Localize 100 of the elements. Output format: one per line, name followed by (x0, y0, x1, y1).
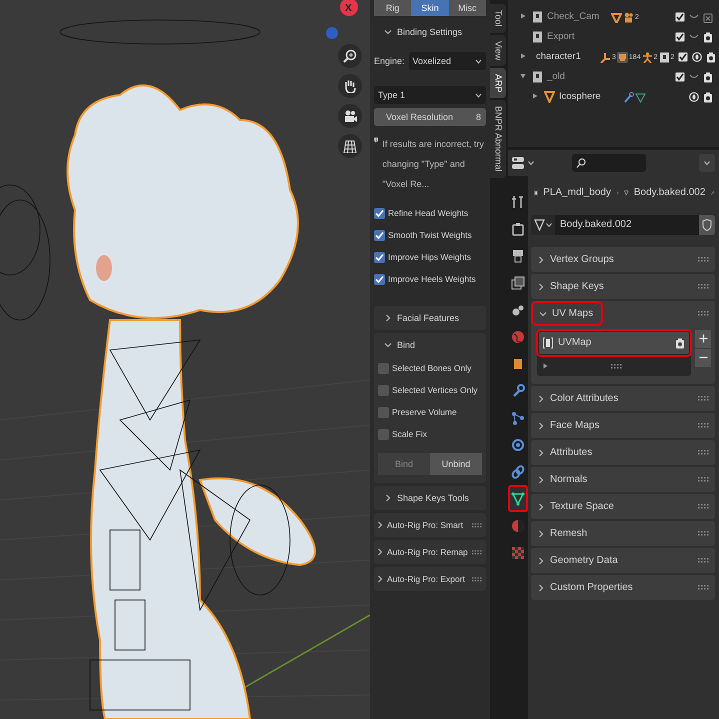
drag-handle-icon[interactable] (698, 504, 709, 509)
sidebar-tab[interactable]: View (490, 34, 506, 66)
drag-handle-icon[interactable] (472, 576, 482, 582)
item-name[interactable]: Export (547, 31, 607, 43)
checkbox-option[interactable]: Refine Head Weights (374, 202, 486, 224)
panel-header[interactable]: UV Maps (533, 303, 602, 324)
properties-tab[interactable] (508, 485, 528, 512)
checkbox-option[interactable]: Scale Fix (378, 423, 482, 445)
checkbox[interactable] (678, 52, 688, 62)
drag-handle-icon[interactable] (698, 423, 709, 428)
checkbox-option[interactable]: Improve Hips Weights (374, 246, 486, 268)
drag-handle-icon[interactable] (698, 585, 709, 590)
drag-handle-icon[interactable] (698, 257, 709, 262)
panel-header[interactable]: Shape Keys (531, 274, 604, 298)
panel-header[interactable]: Attributes (531, 440, 592, 464)
drag-handle-icon[interactable] (698, 450, 709, 455)
panel-header[interactable]: Vertex Groups (531, 248, 614, 272)
expand-arrow-icon[interactable] (543, 363, 548, 369)
panel-header[interactable]: Custom Properties (531, 576, 633, 600)
drag-handle-icon[interactable] (698, 531, 709, 536)
panel-header[interactable]: Binding Settings (374, 20, 486, 44)
globe-icon (511, 330, 525, 344)
drag-handle-icon[interactable] (698, 284, 709, 289)
checkbox-option[interactable]: Selected Vertices Only (378, 379, 482, 401)
options-dropdown[interactable] (699, 154, 715, 172)
drag-handle-icon[interactable] (698, 311, 709, 316)
collection-icon (532, 71, 543, 83)
tab[interactable]: Skin (411, 0, 449, 16)
chevron-icon (537, 556, 545, 564)
drag-handle-icon[interactable] (472, 522, 482, 528)
panel-header[interactable]: Color Attributes (531, 386, 618, 410)
checkbox[interactable] (374, 208, 385, 218)
panel-header[interactable]: Auto-Rig Pro: Smart (374, 513, 472, 537)
sidebar-tab[interactable]: BNPR Abnormal (490, 100, 506, 178)
type-dropdown[interactable]: Type 1 (374, 86, 486, 104)
expand-arrow-icon[interactable] (520, 13, 526, 20)
sidebar-tab[interactable]: ARP (490, 68, 506, 98)
camera-icon[interactable] (703, 72, 713, 82)
remove-button[interactable] (695, 349, 711, 367)
item-name[interactable]: Check_Cam (547, 11, 607, 23)
checkbox-option[interactable]: Improve Heels Weights (374, 268, 486, 290)
wrench-icon (623, 92, 634, 102)
drag-handle-icon[interactable] (472, 550, 482, 554)
checkbox[interactable] (378, 384, 389, 396)
eye-icon[interactable] (689, 92, 699, 102)
panel-header[interactable]: Face Maps (531, 414, 600, 438)
drag-handle-icon[interactable] (698, 477, 709, 482)
triangle-mesh-icon (635, 92, 646, 102)
tab[interactable]: Rig (374, 0, 412, 16)
panel-header[interactable]: Auto-Rig Pro: Export (374, 567, 472, 591)
camera-icon[interactable] (703, 32, 713, 42)
camera-icon (343, 109, 357, 123)
engine-dropdown[interactable]: Voxelized (408, 52, 486, 70)
sidebar-tab[interactable]: Tool (490, 4, 506, 33)
item-name[interactable]: _old (547, 71, 607, 83)
checkbox[interactable] (378, 428, 389, 440)
panel-header[interactable]: Auto-Rig Pro: Remap (374, 540, 472, 564)
panel-header[interactable]: Geometry Data (531, 548, 618, 572)
eye-icon[interactable] (692, 52, 702, 62)
checkbox[interactable] (675, 32, 685, 42)
camera-icon[interactable] (703, 92, 713, 102)
checkbox[interactable] (378, 362, 389, 374)
panel-header[interactable]: Texture Space (531, 494, 614, 518)
datablock-name-field[interactable]: Body.baked.002 (555, 215, 699, 235)
panel-header[interactable]: Bind (374, 333, 486, 357)
tab[interactable]: Misc (448, 0, 486, 16)
checkbox-option[interactable]: Selected Bones Only (378, 357, 482, 379)
drag-handle-icon[interactable] (698, 396, 709, 401)
expand-arrow-icon[interactable] (520, 73, 526, 80)
checkbox-option[interactable]: Preserve Volume (378, 401, 482, 423)
camera-icon[interactable] (706, 52, 716, 62)
drag-handle-icon[interactable] (611, 364, 622, 368)
datablock-browse-button[interactable] (531, 215, 555, 235)
checkbox[interactable] (374, 252, 385, 262)
checkbox[interactable] (378, 406, 389, 418)
item-name[interactable]: character1 (536, 51, 596, 63)
expand-arrow-icon[interactable] (532, 93, 538, 100)
editor-type-button[interactable] (512, 157, 534, 169)
action-button[interactable]: Unbind (430, 453, 482, 475)
add-button[interactable] (695, 330, 711, 348)
item-name[interactable]: Icosphere (559, 91, 619, 103)
expand-arrow-icon[interactable] (520, 53, 526, 60)
checkbox[interactable] (374, 230, 385, 240)
camera-icon[interactable] (675, 338, 685, 348)
drag-handle-icon[interactable] (698, 558, 709, 563)
collection-icon (658, 52, 670, 62)
panel-header[interactable]: Normals (531, 468, 588, 492)
fake-user-button[interactable] (699, 215, 715, 235)
axis-handle[interactable] (326, 27, 338, 39)
checkbox[interactable] (374, 274, 385, 284)
panel-header[interactable]: Shape Keys Tools (374, 486, 486, 510)
axis-handle[interactable] (340, 0, 358, 16)
checkbox[interactable] (675, 72, 685, 82)
voxel-resolution-field[interactable]: Voxel Resolution 8 (374, 108, 486, 126)
panel-header[interactable]: Facial Features (374, 306, 486, 330)
uv-map-row[interactable]: UVMap (539, 332, 689, 354)
search-field[interactable] (572, 154, 646, 172)
checkbox-option[interactable]: Smooth Twist Weights (374, 224, 486, 246)
checkbox[interactable] (675, 12, 685, 22)
panel-header[interactable]: Remesh (531, 522, 588, 546)
